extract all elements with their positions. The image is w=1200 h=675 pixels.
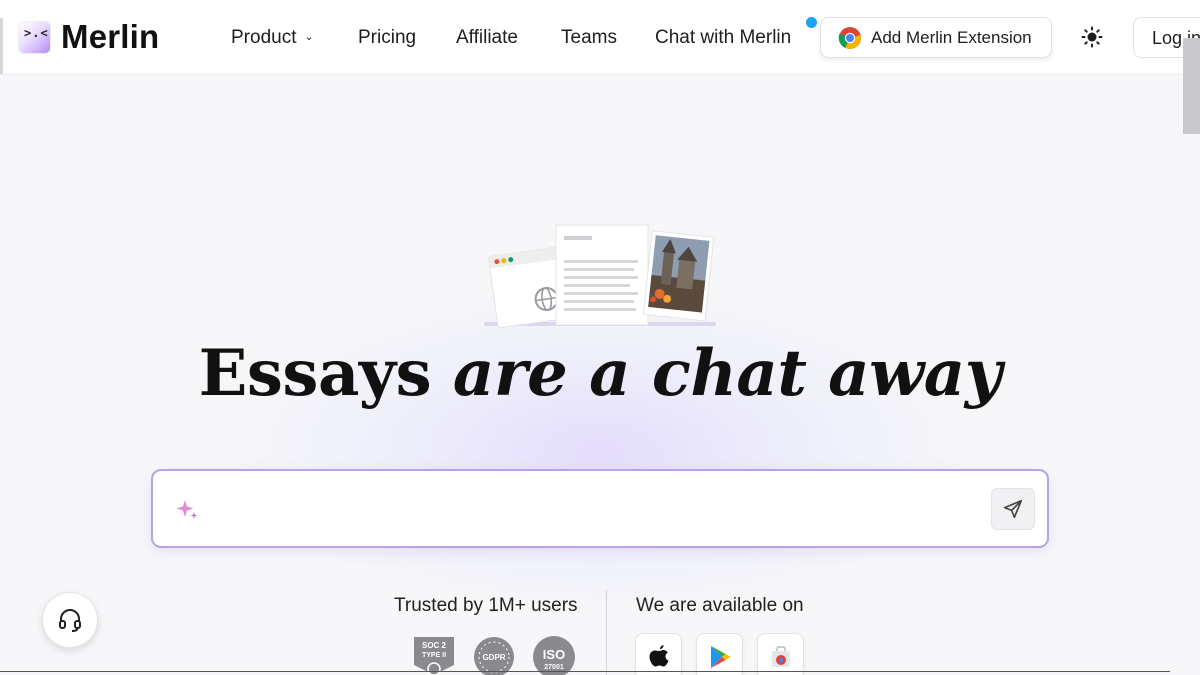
nav-product[interactable]: Product ⌄ [231, 27, 314, 49]
svg-text:GDPR: GDPR [482, 653, 505, 662]
chat-input[interactable] [211, 493, 971, 525]
chat-input-box[interactable] [151, 469, 1049, 548]
hero-headline: Essays are a chat away [0, 336, 1200, 411]
sun-icon[interactable] [1081, 26, 1103, 48]
send-button[interactable] [991, 488, 1035, 530]
page-bottom-edge [0, 671, 1170, 672]
iso-badge: ISO 27001 [532, 635, 576, 675]
support-chat-button[interactable] [42, 592, 98, 648]
chrome-store-icon [771, 645, 790, 667]
send-icon [1003, 499, 1023, 519]
merlin-logo[interactable]: >.< Merlin [18, 18, 159, 56]
chrome-icon [838, 26, 861, 49]
svg-text:ISO: ISO [543, 647, 565, 662]
section-divider [606, 590, 607, 675]
chevron-down-icon: ⌄ [304, 31, 314, 43]
scrollbar-thumb[interactable] [1183, 38, 1200, 134]
notification-dot [804, 15, 819, 30]
headline-bold-part: Essays [198, 336, 432, 411]
sparkle-icon [176, 500, 198, 519]
apple-icon [649, 644, 668, 666]
add-extension-button[interactable]: Add Merlin Extension [820, 17, 1052, 58]
svg-text:27001: 27001 [544, 664, 564, 671]
essay-illustration [484, 224, 716, 328]
headset-icon [59, 609, 81, 632]
nav-affiliate[interactable]: Affiliate [456, 27, 518, 49]
soc2-badge: SOC 2 TYPE II [412, 635, 456, 675]
headline-italic-part: are a chat away [452, 336, 1002, 411]
available-on-label: We are available on [636, 595, 804, 616]
logo-text: Merlin [61, 18, 160, 55]
window-edge-tab [0, 18, 3, 74]
nav-teams[interactable]: Teams [561, 27, 617, 49]
trusted-by-label: Trusted by 1M+ users [394, 595, 578, 616]
top-navbar: >.< Merlin Product ⌄ Pricing Affiliate Te… [0, 0, 1200, 75]
nav-chat-with-merlin[interactable]: Chat with Merlin [655, 27, 791, 49]
google-play-icon [710, 645, 730, 668]
nav-pricing[interactable]: Pricing [358, 27, 416, 49]
merlin-logo-icon: >.< [18, 20, 51, 54]
svg-text:TYPE II: TYPE II [422, 652, 446, 659]
google-play-button[interactable] [696, 633, 743, 675]
app-store-button[interactable] [635, 633, 682, 675]
gdpr-badge: GDPR [472, 635, 516, 675]
chrome-web-store-button[interactable] [757, 633, 804, 675]
svg-text:SOC 2: SOC 2 [422, 641, 447, 650]
